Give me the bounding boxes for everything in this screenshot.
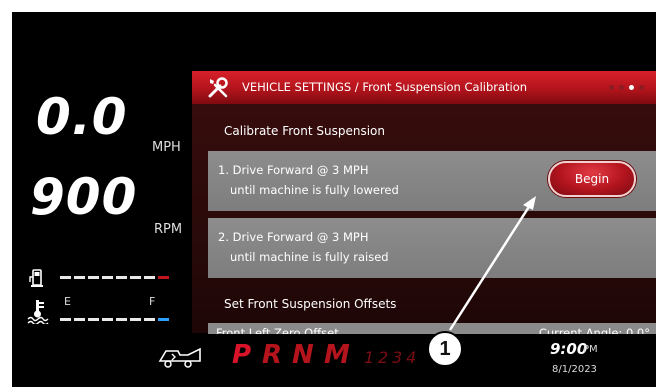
- gear-reverse: R: [262, 340, 283, 370]
- wrench-screwdriver-icon: [208, 77, 228, 98]
- step-1-detail: until machine is fully lowered: [230, 183, 399, 197]
- calibrate-heading: Calibrate Front Suspension: [224, 124, 385, 138]
- clock-date: 8/1/2023: [552, 364, 597, 375]
- panel-header: VEHICLE SETTINGS / Front Suspension Cali…: [192, 71, 656, 104]
- page-dot: [639, 85, 644, 90]
- step-card-raised: 2. Drive Forward @ 3 MPH until machine i…: [208, 218, 656, 278]
- coolant-temperature-icon: [27, 300, 49, 324]
- step-card-lowered: 1. Drive Forward @ 3 MPH until machine i…: [208, 151, 656, 211]
- gear-park: P: [232, 340, 252, 370]
- rpm-readout: 900: [30, 168, 138, 226]
- offsets-heading: Set Front Suspension Offsets: [224, 297, 397, 311]
- page-dot: [609, 85, 614, 90]
- clock-ampm: PM: [583, 344, 598, 355]
- gear-number-3: 3: [392, 348, 403, 367]
- step-2-detail: until machine is fully raised: [230, 250, 389, 264]
- settings-panel: VEHICLE SETTINGS / Front Suspension Cali…: [192, 71, 656, 343]
- page-indicator: [609, 85, 644, 90]
- coolant-level-bar: [60, 318, 169, 321]
- step-2-title: 2. Drive Forward @ 3 MPH: [218, 230, 369, 244]
- gear-manual: M: [324, 340, 350, 370]
- bottom-status-bar: P R N M 1 2 3 4 9:00 PM 8/1/2023: [12, 334, 656, 387]
- panel-title: VEHICLE SETTINGS / Front Suspension Cali…: [242, 80, 528, 94]
- fuel-level-bar: [60, 276, 169, 279]
- rpm-unit-label: RPM: [154, 222, 183, 237]
- page-dot: [619, 85, 624, 90]
- gear-number-1: 1: [364, 348, 375, 367]
- step-1-title: 1. Drive Forward @ 3 MPH: [218, 163, 369, 177]
- callout-number-badge: 1: [439, 338, 451, 360]
- gear-number-4: 4: [406, 348, 417, 367]
- begin-button[interactable]: Begin: [548, 161, 636, 197]
- fuel-full-label: F: [149, 295, 156, 308]
- gear-neutral: N: [292, 340, 314, 370]
- gear-number-2: 2: [378, 348, 389, 367]
- speed-unit-label: MPH: [152, 140, 181, 155]
- clock-time: 9:00: [550, 340, 588, 358]
- fuel-empty-label: E: [64, 295, 71, 308]
- speed-readout: 0.0: [36, 88, 128, 146]
- vehicle-display: 0.0 MPH 900 RPM E F VEHICLE SETTINGS / F…: [12, 12, 656, 387]
- fuel-pump-icon: [29, 269, 43, 287]
- page-dot-active: [629, 85, 634, 90]
- trailer-tilt-icon: [158, 347, 201, 368]
